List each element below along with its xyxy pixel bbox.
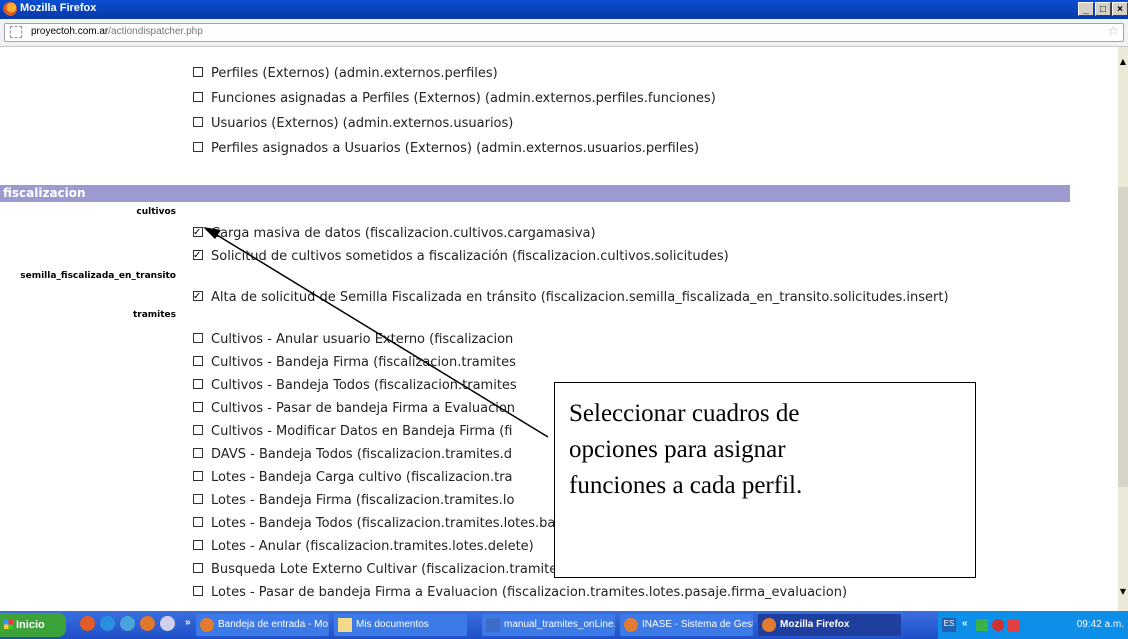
maximize-button[interactable]: □ [1095,2,1111,16]
system-tray: ES « 09:42 a.m. [938,611,1128,639]
page-content: Perfiles (Externos) (admin.externos.perf… [0,47,1118,611]
callout-line: funciones a cada perfil. [569,472,803,499]
site-identity-icon[interactable] [10,26,22,38]
url-text[interactable]: proyectoh.com.ar/actiondispatcher.php [31,26,203,37]
window-controls: _ □ × [1078,2,1128,16]
url-domain: proyectoh.com.ar [31,26,109,37]
scrollbar-thumb[interactable] [1118,187,1128,487]
network-icon[interactable] [976,619,988,631]
taskbar-item[interactable]: manual_tramites_onLine... [482,614,615,636]
tray-expand-icon[interactable]: « [962,618,968,629]
taskbar-item[interactable]: Bandeja de entrada - Mo... [196,614,329,636]
start-button[interactable]: Inicio [0,613,66,637]
bookmark-star-icon[interactable]: ☆ [1107,24,1119,39]
close-button[interactable]: × [1112,2,1128,16]
callout-line: Seleccionar cuadros de [569,400,800,427]
url-path: /actiondispatcher.php [108,26,203,37]
taskbar-item[interactable]: INASE - Sistema de Gesti... [620,614,753,636]
annotation-callout-box: Seleccionar cuadros de opciones para asi… [554,382,976,578]
window-title: Mozilla Firefox [20,2,97,14]
window-titlebar: Mozilla Firefox _ □ × [0,0,1128,19]
language-indicator[interactable]: ES [942,618,956,632]
clock: 09:42 a.m. [1076,619,1124,630]
windows-taskbar: Inicio » Bandeja de entrada - Mo... Mis … [0,611,1128,639]
vertical-scrollbar[interactable]: ▲ ▼ [1118,47,1128,611]
callout-line: opciones para asignar [569,436,786,463]
quicklaunch-browser-icon[interactable] [100,616,115,631]
antivirus-icon[interactable] [1008,619,1020,631]
quicklaunch-misc-icon[interactable] [160,616,175,631]
scroll-up-icon[interactable]: ▲ [1118,57,1128,69]
quicklaunch-firefox-icon[interactable] [140,616,155,631]
minimize-button[interactable]: _ [1078,2,1094,16]
address-bar[interactable]: proyectoh.com.ar/actiondispatcher.php ☆ [4,23,1124,42]
security-icon[interactable] [992,619,1004,631]
quicklaunch-app-icon[interactable] [80,616,95,631]
taskbar-item[interactable]: Mis documentos [334,614,467,636]
quicklaunch-overflow-icon[interactable]: » [185,617,191,628]
taskbar-item-active[interactable]: Mozilla Firefox [758,614,901,636]
firefox-icon [3,2,17,16]
navigation-bar: proyectoh.com.ar/actiondispatcher.php ☆ [0,19,1128,47]
scroll-down-icon[interactable]: ▼ [1118,587,1128,599]
quicklaunch-media-icon[interactable] [120,616,135,631]
